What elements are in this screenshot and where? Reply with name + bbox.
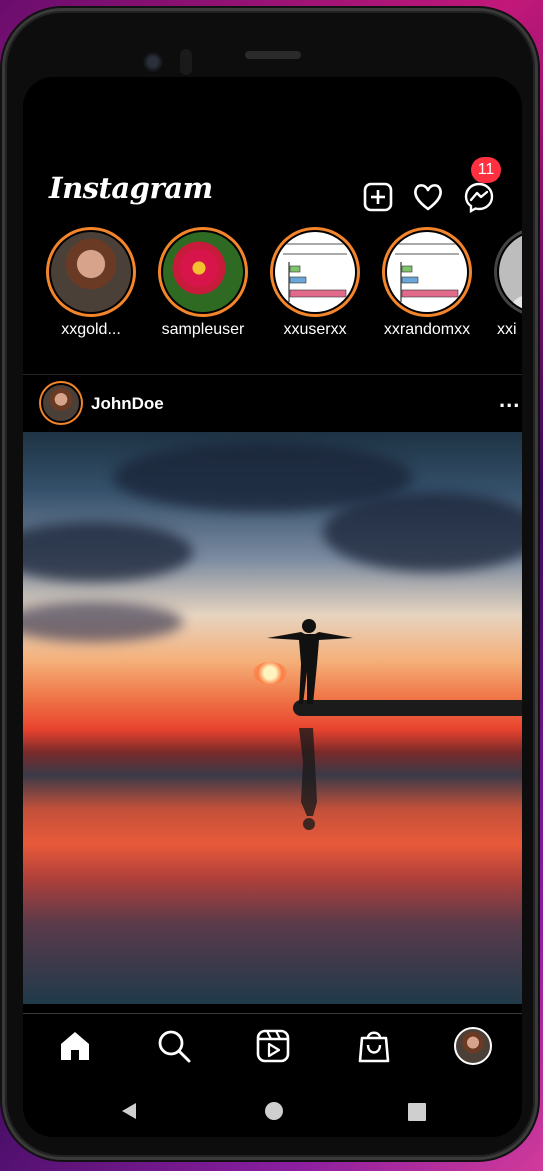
- stories-tray: xxgold... sampleuser xxuserxx xxrandomxx…: [23, 227, 522, 347]
- home-circle-icon[interactable]: [264, 1101, 284, 1121]
- app-screen: Instagram 11 xxgold... sampleuser xxuser…: [23, 77, 522, 1137]
- messages-badge: 11: [471, 157, 501, 183]
- instagram-logo[interactable]: Instagram: [49, 171, 213, 205]
- system-navigation-bar: [23, 1091, 522, 1131]
- story-item[interactable]: sampleuser: [147, 227, 259, 339]
- home-icon[interactable]: [57, 1028, 93, 1064]
- story-ring: [158, 227, 248, 317]
- story-username: xxuserxx: [283, 321, 347, 338]
- reels-icon[interactable]: [255, 1028, 291, 1064]
- post-more-options[interactable]: ...: [499, 387, 520, 413]
- recents-icon[interactable]: [407, 1102, 427, 1122]
- story-avatar: [163, 232, 243, 312]
- bottom-navigation: [23, 1013, 522, 1077]
- story-username: xxrandomxx: [383, 321, 471, 338]
- heart-icon[interactable]: [412, 181, 444, 213]
- phone-frame: Instagram 11 xxgold... sampleuser xxuser…: [2, 8, 538, 1160]
- post-header: JohnDoe ...: [23, 377, 522, 431]
- post-username[interactable]: JohnDoe: [91, 394, 164, 414]
- feed-divider: [23, 374, 522, 375]
- story-username: xxgold...: [61, 321, 121, 338]
- story-item[interactable]: xxgold...: [35, 227, 147, 339]
- story-item[interactable]: xxrandomxx: [371, 227, 483, 339]
- proximity-sensor: [180, 49, 192, 75]
- story-ring: [46, 227, 136, 317]
- back-icon[interactable]: [119, 1101, 139, 1121]
- default-avatar-icon: [499, 232, 522, 312]
- story-avatar: [275, 232, 355, 312]
- chart-drawing-image: [283, 243, 347, 302]
- shop-icon[interactable]: [356, 1028, 392, 1064]
- chart-drawing-image: [395, 243, 459, 302]
- story-item[interactable]: xxuserxx: [259, 227, 371, 339]
- top-bar: Instagram 11: [23, 157, 522, 225]
- earpiece-speaker: [245, 51, 301, 59]
- story-item[interactable]: xxi: [483, 227, 522, 339]
- story-avatar: [51, 232, 131, 312]
- new-post-icon[interactable]: [362, 181, 394, 213]
- story-ring: [494, 227, 522, 317]
- front-camera: [142, 51, 164, 73]
- search-icon[interactable]: [156, 1028, 192, 1064]
- story-ring: [382, 227, 472, 317]
- messenger-icon[interactable]: [463, 181, 495, 213]
- post-image[interactable]: [23, 432, 522, 1004]
- story-username: sampleuser: [161, 321, 245, 338]
- profile-avatar[interactable]: [454, 1027, 492, 1065]
- person-silhouette: [267, 619, 353, 830]
- post-author-avatar[interactable]: [39, 381, 83, 425]
- story-avatar: [387, 232, 467, 312]
- story-ring: [270, 227, 360, 317]
- story-username: xxi: [497, 321, 517, 338]
